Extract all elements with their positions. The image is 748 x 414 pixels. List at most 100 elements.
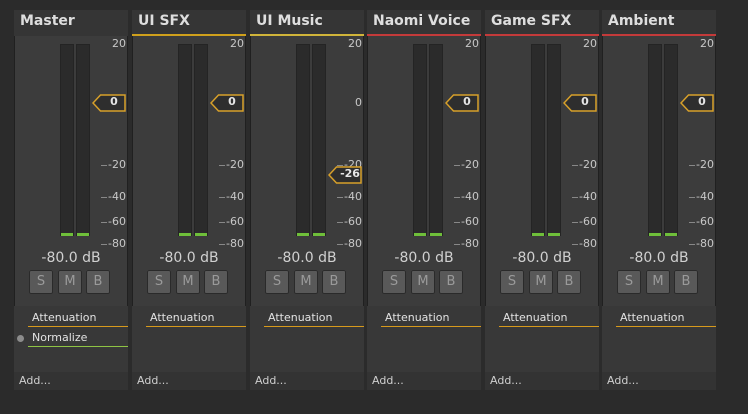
level-meter-area: 20 0 -20 -40 -60 -80 0 bbox=[14, 36, 128, 250]
solo-button[interactable]: S bbox=[29, 270, 53, 294]
add-effect-label: Add... bbox=[607, 374, 639, 387]
channel-strip: Ambient 20 0 -20 -40 -60 -80 0 -80.0 dB S M B… bbox=[602, 10, 716, 390]
db-tick-label: 20 bbox=[700, 37, 714, 50]
volume-fader-handle[interactable]: 0 bbox=[92, 94, 126, 112]
channel-strip: Game SFX 20 0 -20 -40 -60 -80 0 -80.0 dB S M … bbox=[485, 10, 599, 390]
level-meter-area: 20 0 -20 -40 -60 -80 0 bbox=[485, 36, 599, 250]
bypass-button[interactable]: B bbox=[557, 270, 581, 294]
bypass-button[interactable]: B bbox=[674, 270, 698, 294]
effect-active-indicator[interactable] bbox=[17, 335, 24, 342]
level-meter-left bbox=[178, 44, 192, 236]
volume-fader-handle[interactable]: 0 bbox=[210, 94, 244, 112]
effect-item[interactable]: Attenuation bbox=[28, 310, 128, 327]
solo-mute-bypass-row: S M B bbox=[500, 270, 586, 294]
level-meter-left bbox=[296, 44, 310, 236]
volume-readout: -80.0 dB bbox=[159, 250, 219, 266]
channel-header[interactable]: Master bbox=[14, 10, 128, 34]
effect-item[interactable]: Attenuation bbox=[381, 310, 481, 327]
volume-fader-handle[interactable]: 0 bbox=[445, 94, 479, 112]
channel-title: Game SFX bbox=[491, 13, 572, 29]
volume-readout: -80.0 dB bbox=[277, 250, 337, 266]
mute-button[interactable]: M bbox=[646, 270, 670, 294]
channel-header[interactable]: Naomi Voice bbox=[367, 10, 481, 34]
mute-button[interactable]: M bbox=[411, 270, 435, 294]
db-scale: 20 0 -20 -40 -60 -80 bbox=[674, 36, 714, 250]
mute-button[interactable]: M bbox=[294, 270, 318, 294]
bypass-button[interactable]: B bbox=[439, 270, 463, 294]
effect-item[interactable]: Attenuation bbox=[264, 310, 364, 327]
db-tick-label: 20 bbox=[583, 37, 597, 50]
db-tick-label: -40 bbox=[689, 190, 714, 203]
channel-header[interactable]: UI Music bbox=[250, 10, 364, 34]
solo-button[interactable]: S bbox=[617, 270, 641, 294]
mute-button[interactable]: M bbox=[529, 270, 553, 294]
db-tick-label: -80 bbox=[572, 237, 597, 250]
audio-mixer: Master 200-20-40-60-80 0 -80.0 dB S M B … bbox=[0, 0, 748, 414]
volume-fader-handle[interactable]: 0 bbox=[563, 94, 597, 112]
add-effect-button[interactable]: Add... bbox=[485, 372, 599, 390]
bypass-button[interactable]: B bbox=[204, 270, 228, 294]
effect-label: Attenuation bbox=[268, 311, 333, 324]
solo-button[interactable]: S bbox=[147, 270, 171, 294]
db-tick-label: -60 bbox=[454, 215, 479, 228]
level-fill bbox=[532, 233, 544, 236]
effect-color-line bbox=[28, 346, 128, 347]
fader-value: 0 bbox=[228, 95, 236, 108]
db-tick-label: -80 bbox=[454, 237, 479, 250]
db-scale: 20 0 -20 -40 -60 -80 bbox=[557, 36, 597, 250]
db-tick-label: 20 bbox=[465, 37, 479, 50]
mute-button[interactable]: M bbox=[176, 270, 200, 294]
db-tick-label: 0 bbox=[355, 96, 362, 109]
db-tick-label: -20 bbox=[101, 158, 126, 171]
effect-item[interactable]: Normalize bbox=[17, 330, 128, 347]
add-effect-button[interactable]: Add... bbox=[602, 372, 716, 390]
add-effect-button[interactable]: Add... bbox=[132, 372, 246, 390]
fader-value: 0 bbox=[581, 95, 589, 108]
add-effect-button[interactable]: Add... bbox=[250, 372, 364, 390]
db-tick-label: -40 bbox=[101, 190, 126, 203]
effect-color-line bbox=[146, 326, 246, 327]
bypass-button[interactable]: B bbox=[86, 270, 110, 294]
level-meter-left bbox=[648, 44, 662, 236]
solo-button[interactable]: S bbox=[265, 270, 289, 294]
effect-label: Attenuation bbox=[503, 311, 568, 324]
effect-item[interactable]: Attenuation bbox=[616, 310, 716, 327]
channel-header[interactable]: UI SFX bbox=[132, 10, 246, 34]
db-tick-label: -80 bbox=[101, 237, 126, 250]
volume-fader-handle[interactable]: -26 bbox=[328, 165, 362, 184]
volume-fader-handle[interactable]: 0 bbox=[680, 94, 714, 112]
effect-color-line bbox=[499, 326, 599, 327]
solo-button[interactable]: S bbox=[382, 270, 406, 294]
channel-strip: UI SFX 200-20-40-60-80 0 -80.0 dB S M B … bbox=[132, 10, 246, 390]
effect-color-line bbox=[264, 326, 364, 327]
db-tick-label: -20 bbox=[689, 158, 714, 171]
effects-list: Attenuation bbox=[132, 306, 246, 372]
level-fill bbox=[649, 233, 661, 236]
effects-list: Attenuation bbox=[485, 306, 599, 372]
db-tick-label: 20 bbox=[230, 37, 244, 50]
level-meter-area: 20 0 -20 -40 -60 -80 0 bbox=[367, 36, 481, 250]
level-meter-area: 20 0 -20 -40 -60 -80 0 bbox=[132, 36, 246, 250]
solo-button[interactable]: S bbox=[500, 270, 524, 294]
db-tick-label: -60 bbox=[572, 215, 597, 228]
bypass-button[interactable]: B bbox=[322, 270, 346, 294]
effect-item[interactable]: Attenuation bbox=[146, 310, 246, 327]
db-tick-label: 20 bbox=[112, 37, 126, 50]
mute-button[interactable]: M bbox=[58, 270, 82, 294]
db-tick-label: -60 bbox=[219, 215, 244, 228]
channel-header[interactable]: Game SFX bbox=[485, 10, 599, 34]
add-effect-button[interactable]: Add... bbox=[14, 372, 128, 390]
effect-item[interactable]: Attenuation bbox=[499, 310, 599, 327]
solo-mute-bypass-row: S M B bbox=[382, 270, 468, 294]
db-tick-label: -80 bbox=[219, 237, 244, 250]
channel-strip: Master 200-20-40-60-80 0 -80.0 dB S M B … bbox=[14, 10, 128, 390]
fader-value: 0 bbox=[698, 95, 706, 108]
add-effect-label: Add... bbox=[255, 374, 287, 387]
channel-header[interactable]: Ambient bbox=[602, 10, 716, 34]
volume-readout: -80.0 dB bbox=[41, 250, 101, 266]
channel-strip: Naomi Voice 20 0 -20 -40 -60 -80 0 -80.0 dB S… bbox=[367, 10, 481, 390]
db-tick-label: -40 bbox=[219, 190, 244, 203]
add-effect-button[interactable]: Add... bbox=[367, 372, 481, 390]
effect-color-line bbox=[381, 326, 481, 327]
db-tick-label: -80 bbox=[689, 237, 714, 250]
